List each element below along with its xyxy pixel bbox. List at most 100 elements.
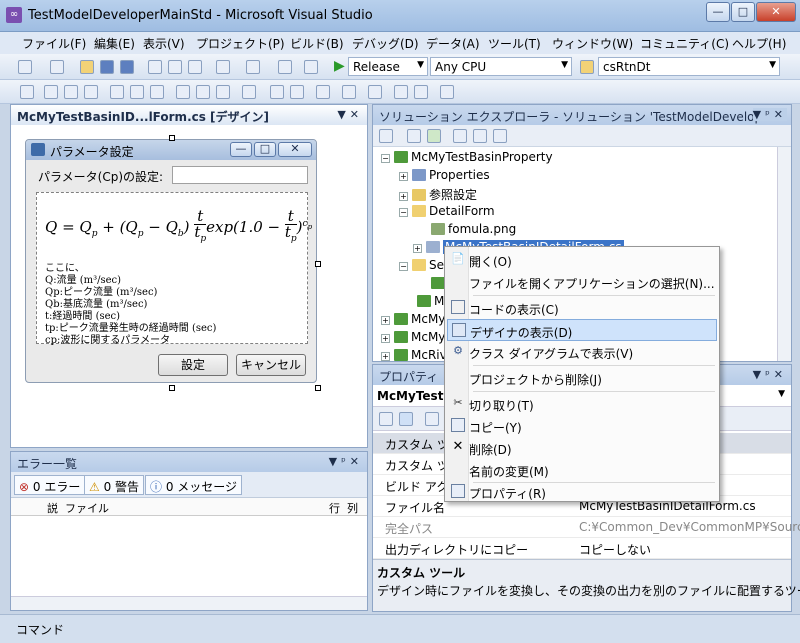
- add-item-icon[interactable]: [50, 60, 64, 74]
- property-row[interactable]: 出力ディレクトリにコピー コピーしない: [373, 538, 791, 559]
- tab-order-icon[interactable]: [440, 85, 454, 99]
- find-in-files-icon[interactable]: [580, 60, 594, 74]
- menu-item-open[interactable]: 📄 開く(O): [447, 249, 717, 271]
- column-line[interactable]: 行: [329, 500, 340, 516]
- expand-icon[interactable]: +: [413, 244, 422, 253]
- paste-icon[interactable]: [188, 60, 202, 74]
- center-horizontally-icon[interactable]: [342, 85, 356, 99]
- save-all-icon[interactable]: [120, 60, 134, 74]
- pin-icon[interactable]: ᵖ: [765, 108, 774, 121]
- menu-window[interactable]: ウィンドウ(W): [552, 35, 633, 52]
- menu-item-cut[interactable]: ✂ 切り取り(T): [447, 393, 717, 415]
- property-pages-icon[interactable]: [425, 412, 439, 426]
- vertical-scrollbar[interactable]: [777, 147, 791, 361]
- show-all-files-icon[interactable]: [407, 129, 421, 143]
- make-same-height-icon[interactable]: [196, 85, 210, 99]
- vertical-spacing-icon[interactable]: [316, 85, 330, 99]
- minimize-button[interactable]: —: [706, 2, 730, 22]
- menu-build[interactable]: ビルド(B): [290, 35, 344, 52]
- expand-icon[interactable]: +: [399, 172, 408, 181]
- tree-item-fomula-png[interactable]: fomula.png: [431, 222, 516, 236]
- parameter-form[interactable]: パラメータ設定 — □ ✕ パラメータ(Cp)の設定: Q = Qp + (Qp…: [25, 139, 317, 383]
- horizontal-scrollbar[interactable]: [11, 596, 367, 610]
- tree-item-project[interactable]: + McMy: [381, 330, 445, 344]
- menu-tools[interactable]: ツール(T): [488, 35, 541, 52]
- messages-filter-button[interactable]: ⓘ 0 メッセージ: [145, 475, 243, 495]
- align-center-icon[interactable]: [64, 85, 78, 99]
- property-row[interactable]: 完全パス C:¥Common_Dev¥CommonMP¥Source¥: [373, 517, 800, 538]
- send-to-back-icon[interactable]: [414, 85, 428, 99]
- menu-data[interactable]: データ(A): [426, 35, 480, 52]
- make-same-size-icon[interactable]: [216, 85, 230, 99]
- align-left-icon[interactable]: [44, 85, 58, 99]
- tree-item-properties[interactable]: + Properties: [399, 168, 490, 182]
- align-top-icon[interactable]: [110, 85, 124, 99]
- menu-item-copy[interactable]: コピー(Y): [447, 415, 717, 437]
- refresh-icon[interactable]: [427, 129, 441, 143]
- tree-item-project[interactable]: + McMy: [381, 312, 445, 326]
- collapse-icon[interactable]: −: [381, 154, 390, 163]
- expand-icon[interactable]: +: [381, 352, 390, 361]
- dropdown-icon[interactable]: ▼: [753, 108, 765, 121]
- horizontal-spacing-icon[interactable]: [242, 85, 256, 99]
- open-file-icon[interactable]: [80, 60, 94, 74]
- navigate-forward-icon[interactable]: [304, 60, 318, 74]
- dropdown-icon[interactable]: ▼: [329, 455, 341, 468]
- dropdown-icon[interactable]: ▼: [753, 368, 765, 381]
- increase-spacing-icon[interactable]: [270, 85, 284, 99]
- expand-icon[interactable]: +: [399, 192, 408, 201]
- properties-icon[interactable]: [379, 129, 393, 143]
- param-input[interactable]: [172, 166, 308, 184]
- form-minimize-icon[interactable]: —: [230, 142, 252, 157]
- close-icon[interactable]: ✕: [774, 108, 787, 121]
- make-same-width-icon[interactable]: [176, 85, 190, 99]
- tree-item-references[interactable]: + 参照設定: [399, 186, 477, 203]
- menu-edit[interactable]: 編集(E): [94, 35, 135, 52]
- expand-icon[interactable]: +: [381, 334, 390, 343]
- new-project-icon[interactable]: [18, 60, 32, 74]
- pin-icon[interactable]: ᵖ: [765, 368, 774, 381]
- menu-community[interactable]: コミュニティ(C): [640, 35, 729, 52]
- center-vertically-icon[interactable]: [368, 85, 382, 99]
- view-class-diagram-icon[interactable]: [493, 129, 507, 143]
- menu-project[interactable]: プロジェクト(P): [196, 35, 285, 52]
- tree-item-file[interactable]: M: [417, 294, 444, 308]
- ok-button[interactable]: 設定: [158, 354, 228, 376]
- cancel-button[interactable]: キャンセル: [236, 354, 306, 376]
- decrease-spacing-icon[interactable]: [290, 85, 304, 99]
- column-column[interactable]: 列: [347, 500, 358, 516]
- pin-icon[interactable]: ᵖ: [341, 455, 350, 468]
- categorized-icon[interactable]: [379, 412, 393, 426]
- alphabetical-icon[interactable]: [399, 412, 413, 426]
- undo-icon[interactable]: [216, 60, 230, 74]
- menu-help[interactable]: ヘルプ(H): [732, 35, 786, 52]
- redo-icon[interactable]: [246, 60, 260, 74]
- close-icon[interactable]: ✕: [774, 368, 787, 381]
- column-description[interactable]: 説: [47, 500, 58, 516]
- resize-handle[interactable]: [169, 385, 175, 391]
- align-bottom-icon[interactable]: [150, 85, 164, 99]
- errors-filter-button[interactable]: ⊗ 0 エラー: [14, 475, 86, 495]
- menu-view[interactable]: 表示(V): [143, 35, 185, 52]
- close-window-button[interactable]: ✕: [756, 2, 796, 22]
- bring-to-front-icon[interactable]: [394, 85, 408, 99]
- align-middle-icon[interactable]: [130, 85, 144, 99]
- dropdown-icon[interactable]: ▼: [337, 108, 349, 121]
- maximize-button[interactable]: □: [731, 2, 755, 22]
- resize-handle[interactable]: [169, 135, 175, 141]
- tree-item-detailform-folder[interactable]: − DetailForm: [399, 204, 495, 218]
- resize-handle[interactable]: [315, 261, 321, 267]
- menu-item-open-with[interactable]: ファイルを開くアプリケーションの選択(N)...: [447, 271, 717, 293]
- form-maximize-icon[interactable]: □: [254, 142, 276, 157]
- menu-item-exclude-from-project[interactable]: プロジェクトから削除(J): [447, 367, 717, 389]
- menu-item-rename[interactable]: 名前の変更(M): [447, 459, 717, 481]
- menu-item-delete[interactable]: ✕ 削除(D): [447, 437, 717, 459]
- cut-icon[interactable]: [148, 60, 162, 74]
- close-icon[interactable]: ✕: [350, 108, 363, 121]
- expand-icon[interactable]: +: [381, 316, 390, 325]
- close-icon[interactable]: ✕: [350, 455, 363, 468]
- column-file[interactable]: ファイル: [65, 500, 109, 516]
- menu-item-view-designer[interactable]: デザイナの表示(D): [447, 319, 717, 341]
- find-combo[interactable]: csRtnDt ▼: [598, 57, 780, 76]
- align-to-grid-icon[interactable]: [20, 85, 34, 99]
